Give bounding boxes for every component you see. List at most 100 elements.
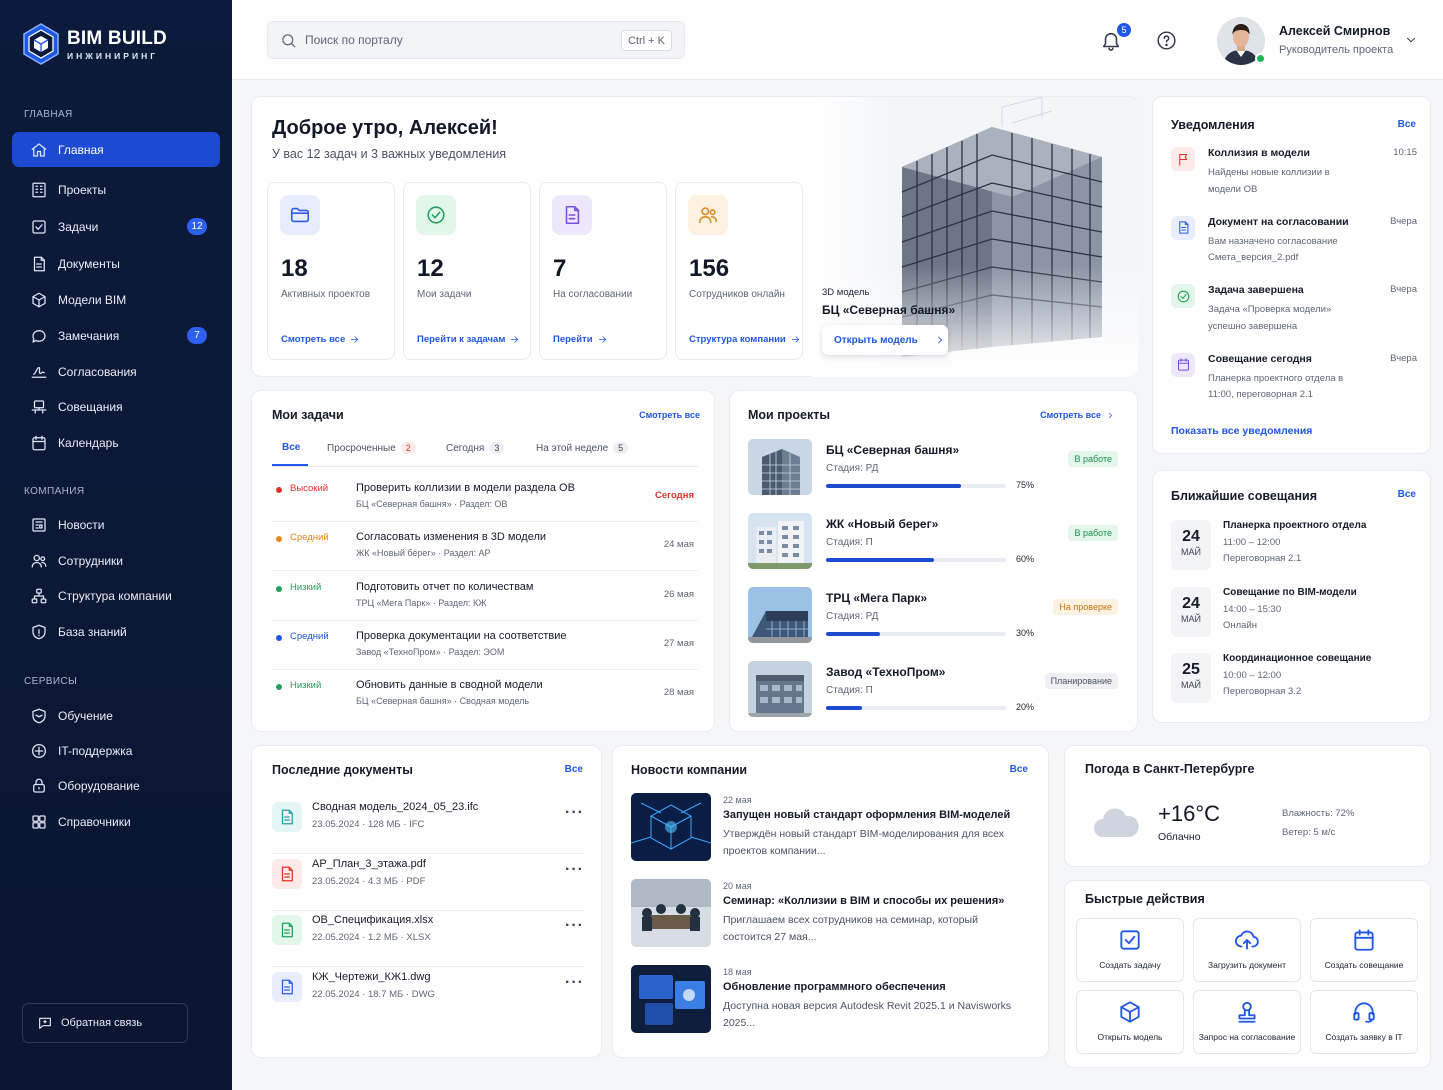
stat-link[interactable]: Смотреть все xyxy=(281,334,360,345)
document-row[interactable]: ОВ_Спецификация.xlsx 22.05.2024 · 1.2 МБ … xyxy=(272,911,584,967)
search-input[interactable]: Поиск по порталу Ctrl + K xyxy=(267,21,685,59)
news-item[interactable]: 22 мая Запущен новый стандарт оформления … xyxy=(631,793,1031,871)
sidebar-item-main_items-8[interactable]: Календарь xyxy=(12,425,220,460)
document-row[interactable]: АР_План_3_этажа.pdf 23.05.2024 · 4.3 МБ ·… xyxy=(272,855,584,911)
sidebar-item-main_items-1[interactable]: Проекты xyxy=(12,172,220,207)
arrow-right-icon xyxy=(511,336,519,343)
tasks-see-all-link[interactable]: Смотреть все xyxy=(639,410,700,420)
documents-card: Последние документы Все Сводная модель_2… xyxy=(251,745,602,1058)
tab-1[interactable]: Просроченные 2 xyxy=(327,442,416,454)
logo-cube-icon xyxy=(23,23,59,65)
notification-title: Коллизия в модели xyxy=(1208,147,1310,159)
news-text: Доступна новая версия Autodesk Revit 202… xyxy=(723,1000,1012,1029)
projects-see-all-link[interactable]: Смотреть все xyxy=(1040,410,1115,420)
education-icon xyxy=(32,708,46,723)
sidebar-item-company_items-3[interactable]: База знаний xyxy=(12,614,220,649)
project-progress-percent: 60% xyxy=(1016,554,1035,564)
feedback-button[interactable]: Обратная связь xyxy=(22,1003,188,1043)
table-row[interactable]: Низкий Подготовить отчет по количествам ТР… xyxy=(272,572,698,621)
feedback-label: Обратная связь xyxy=(61,1017,143,1029)
project-row[interactable]: Завод «ТехноПром» Стадия: П 20% Планировани… xyxy=(748,661,1120,727)
notifications-all-link[interactable]: Все xyxy=(1398,119,1416,130)
help-icon[interactable] xyxy=(1156,30,1177,51)
sidebar-item-label: Главная xyxy=(58,142,104,157)
flag-icon xyxy=(1178,153,1187,166)
table-row[interactable]: Средний Проверка документации на соответс… xyxy=(272,621,698,670)
tab-3[interactable]: На этой неделе 5 xyxy=(536,442,629,454)
project-stage: Стадия: РД xyxy=(826,463,879,474)
topbar: Поиск по порталу Ctrl + K 5 Алексей Смир… xyxy=(232,0,1443,80)
quick-action-button[interactable]: Открыть модель xyxy=(1076,990,1184,1054)
meeting-time: 11:00 – 12:00 xyxy=(1223,537,1281,548)
sidebar-item-service_items-2[interactable]: Оборудование xyxy=(12,768,220,803)
notification-item[interactable]: Документ на согласовании Вам назначено со… xyxy=(1171,215,1417,284)
sidebar-item-company_items-1[interactable]: Сотрудники xyxy=(12,543,220,578)
quick-action-button[interactable]: Загрузить документ xyxy=(1193,918,1301,982)
meetings-card: Ближайшие совещания Все 24 МАЙ Планерка пр… xyxy=(1152,470,1431,723)
notification-item[interactable]: Совещание сегодня Планерка проектного отд… xyxy=(1171,352,1417,421)
sidebar-item-main_items-4[interactable]: Модели BIM xyxy=(12,282,220,317)
sidebar-item-main_items-0[interactable]: Главная xyxy=(12,132,220,167)
document-row[interactable]: Сводная модель_2024_05_23.ifc 23.05.2024 … xyxy=(272,798,584,854)
project-row[interactable]: ТРЦ «Мега Парк» Стадия: РД 30% На проверке xyxy=(748,587,1120,653)
directory-icon xyxy=(32,814,46,829)
sidebar-item-service_items-1[interactable]: IT-поддержка xyxy=(12,733,220,768)
news-item[interactable]: 18 мая Обновление программного обеспечени… xyxy=(631,965,1031,1043)
quick-action-button[interactable]: Создать заявку в IT xyxy=(1310,990,1418,1054)
sidebar-item-main_items-3[interactable]: Документы xyxy=(12,246,220,281)
table-row[interactable]: Высокий Проверить коллизии в модели разде… xyxy=(272,473,698,522)
sidebar-item-main_items-7[interactable]: Совещания xyxy=(12,389,220,424)
quick-action-button[interactable]: Запрос на согласование xyxy=(1193,990,1301,1054)
stat-link[interactable]: Перейти xyxy=(553,334,608,345)
sidebar-item-company_items-2[interactable]: Структура компании xyxy=(12,578,220,613)
greeting-subtitle: У вас 12 задач и 3 важных уведомления xyxy=(272,147,507,161)
document-row[interactable]: КЖ_Чертежи_КЖ1.dwg 22.05.2024 · 18.7 МБ ·… xyxy=(272,968,584,1024)
project-row[interactable]: ЖК «Новый берег» Стадия: П 60% В работе xyxy=(748,513,1120,579)
news-all-link[interactable]: Все xyxy=(1010,764,1028,775)
quick-action-button[interactable]: Создать задачу xyxy=(1076,918,1184,982)
logo[interactable]: BIM BUILD ИНЖИНИРИНГ xyxy=(22,22,167,66)
sidebar-item-main_items-5[interactable]: Замечания 7 xyxy=(12,318,220,353)
meeting-item[interactable]: 24 МАЙ Совещание по BIM-модели 14:00 – 15:3… xyxy=(1171,586,1417,645)
sidebar-item-service_items-0[interactable]: Обучение xyxy=(12,698,220,733)
task-check-icon xyxy=(1120,930,1140,950)
more-options-icon[interactable]: ··· xyxy=(565,804,584,822)
priority-dot xyxy=(276,684,282,691)
stat-link-label: Перейти к задачам xyxy=(417,334,506,345)
sidebar-item-company_items-0[interactable]: Новости xyxy=(12,507,220,542)
more-options-icon[interactable]: ··· xyxy=(565,917,584,935)
stat-link[interactable]: Структура компании xyxy=(689,334,801,345)
quick-action-button[interactable]: Создать совещание xyxy=(1310,918,1418,982)
more-options-icon[interactable]: ··· xyxy=(565,861,584,879)
stat-link[interactable]: Перейти к задачам xyxy=(417,334,520,345)
more-options-icon[interactable]: ··· xyxy=(565,974,584,992)
notification-item[interactable]: Задача завершена Задача «Проверка модели»… xyxy=(1171,284,1417,352)
documents-all-link[interactable]: Все xyxy=(565,764,583,775)
sidebar-item-label: Совещания xyxy=(58,399,123,414)
sidebar-item-main_items-2[interactable]: Задачи 12 xyxy=(12,209,220,244)
weather-title: Погода в Санкт-Петербурге xyxy=(1085,762,1255,776)
chevron-down-icon[interactable] xyxy=(1404,33,1418,47)
news-item[interactable]: 20 мая Семинар: «Коллизии в BIM и способы… xyxy=(631,879,1031,957)
weather-wind: Ветер: 5 м/с xyxy=(1282,827,1336,838)
news-image xyxy=(631,965,711,1033)
table-row[interactable]: Средний Согласовать изменения в 3D модели… xyxy=(272,522,698,572)
sidebar-item-main_items-6[interactable]: Согласования xyxy=(12,354,220,389)
stat-label: Мои задачи xyxy=(417,289,472,300)
news-image xyxy=(631,793,711,861)
meeting-item[interactable]: 24 МАЙ Планерка проектного отдела 11:00 – 1… xyxy=(1171,520,1417,578)
tab-0[interactable]: Все xyxy=(282,442,300,453)
notification-item[interactable]: Коллизия в модели Найдены новые коллизии … xyxy=(1171,147,1417,215)
user-name[interactable]: Алексей Смирнов xyxy=(1279,24,1390,38)
show-all-notifications-link[interactable]: Показать все уведомления xyxy=(1171,425,1312,437)
meetings-all-link[interactable]: Все xyxy=(1398,489,1416,500)
project-progress-fill xyxy=(826,632,880,636)
meeting-item[interactable]: 25 МАЙ Координационное совещание 10:00 – 12… xyxy=(1171,653,1417,711)
open-model-button[interactable]: Открыть модель xyxy=(822,325,948,355)
model-label: 3D модель xyxy=(822,287,870,298)
notification-title: Документ на согласовании xyxy=(1208,215,1349,228)
sidebar-item-service_items-3[interactable]: Справочники xyxy=(12,804,220,839)
table-row[interactable]: Низкий Обновить данные в сводной модели БЦ… xyxy=(272,670,698,719)
tab-2[interactable]: Сегодня 3 xyxy=(446,442,505,454)
project-row[interactable]: БЦ «Северная башня» Стадия: РД 75% В работе xyxy=(748,439,1120,505)
